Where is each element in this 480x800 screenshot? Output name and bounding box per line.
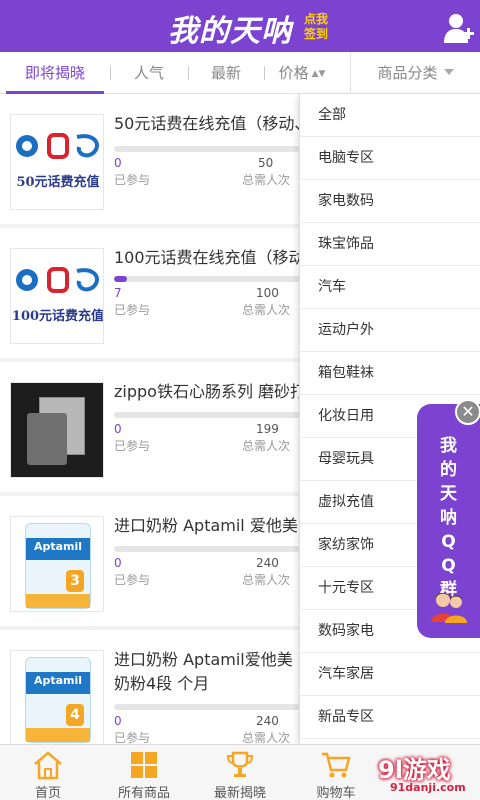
progress-bar (114, 704, 300, 710)
app-logo: 我的天呐 (168, 14, 292, 49)
nav-label-latest-results: 最新揭晓 (213, 786, 266, 800)
app-header: 我的天呐 点我签到 (0, 0, 480, 52)
participated-label: 已参与 (114, 573, 151, 587)
product-thumbnail: 50元话费充值 (10, 114, 104, 210)
nav-item-home[interactable]: 首页 (0, 745, 96, 800)
category-item-cars[interactable]: 汽车 (300, 266, 480, 309)
nav-label-home: 首页 (34, 786, 61, 800)
thumbnail-caption: 100元话费充值 (11, 309, 104, 324)
thumbnail-brand: Aptamil (33, 540, 83, 553)
participated-count: 0 (114, 156, 122, 170)
watermark-text: 9l游戏 (378, 756, 451, 784)
participated-count: 7 (114, 286, 122, 300)
product-thumbnail (10, 382, 104, 478)
category-item-new-arrivals[interactable]: 新品专区 (300, 696, 480, 739)
category-item-all[interactable]: 全部 (300, 94, 480, 137)
participated-label: 已参与 (114, 731, 151, 744)
zippo-lighter-image (11, 383, 103, 477)
telecom-logos-image (16, 267, 99, 293)
telecom-logos-image (16, 133, 99, 159)
product-thumbnail: 100元话费充值 (10, 248, 104, 344)
total-count: 50 (258, 156, 274, 170)
total-count: 100 (256, 286, 279, 300)
qq-group-icon (431, 593, 467, 623)
tab-divider (110, 66, 111, 80)
tab-newest[interactable]: 最新 (190, 52, 262, 94)
total-label: 总需人次 (242, 573, 291, 587)
tab-divider (188, 66, 189, 80)
aptamil-can-image: Aptamil 4 (25, 657, 91, 743)
thumbnail-brand: Aptamil (33, 674, 83, 687)
thumbnail-stage: 3 (66, 570, 84, 592)
total-count: 240 (256, 556, 279, 570)
product-title[interactable]: 进口奶粉 Aptamil 爱他美 3段 (114, 514, 300, 538)
nav-item-latest-results[interactable]: 最新揭晓 (192, 745, 288, 800)
product-title[interactable]: 50元话费在线充值（移动、联通、电信） (114, 112, 300, 136)
total-label: 总需人次 (242, 439, 291, 453)
cart-icon (322, 752, 351, 778)
site-watermark: 9l游戏 91danji.com (360, 748, 480, 800)
participated-count: 0 (114, 714, 122, 728)
filter-tabs: 即将揭晓 人气 最新 价格 ▲▼ 商品分类 (0, 52, 480, 94)
thumbnail-stage: 4 (66, 704, 84, 726)
participated-label: 已参与 (114, 303, 151, 317)
tab-divider (264, 66, 265, 80)
total-count: 240 (256, 714, 279, 728)
aptamil-can-image: Aptamil 3 (25, 523, 91, 609)
tab-popularity[interactable]: 人气 (112, 52, 186, 94)
product-title[interactable]: 100元话费在线充值（移动、联通、电信） (114, 246, 300, 270)
total-count: 199 (256, 422, 279, 436)
category-item-electronics[interactable]: 家电数码 (300, 180, 480, 223)
checkin-button[interactable]: 点我签到 (304, 12, 334, 42)
progress-bar (114, 546, 300, 552)
sort-arrows-icon: ▲▼ (311, 69, 326, 79)
participated-label: 已参与 (114, 173, 151, 187)
grid-icon (131, 752, 157, 778)
category-item-jewelry[interactable]: 珠宝饰品 (300, 223, 480, 266)
progress-bar (114, 146, 300, 152)
product-thumbnail: Aptamil 3 (10, 516, 104, 612)
user-add-icon[interactable] (444, 12, 474, 44)
product-thumbnail: Aptamil 4 (10, 650, 104, 744)
tab-categories[interactable]: 商品分类 (350, 52, 480, 94)
dropdown-arrow-icon (443, 69, 454, 75)
product-title[interactable]: zippo铁石心肠系列 磨砂打火机 (114, 380, 300, 404)
participated-count: 0 (114, 556, 122, 570)
close-icon[interactable]: ✕ (455, 399, 480, 425)
progress-bar (114, 412, 300, 418)
category-item-computers[interactable]: 电脑专区 (300, 137, 480, 180)
total-label: 总需人次 (242, 303, 291, 317)
thumbnail-caption: 50元话费充值 (16, 175, 100, 190)
product-title[interactable]: 进口奶粉 Aptamil爱他美奶粉4段 个月 (114, 648, 300, 696)
qq-group-panel[interactable]: 我的天呐QQ群 (417, 404, 480, 638)
category-item-sports[interactable]: 运动户外 (300, 309, 480, 352)
progress-bar (114, 276, 300, 282)
category-item-car-home[interactable]: 汽车家居 (300, 653, 480, 696)
participated-count: 0 (114, 422, 122, 436)
tab-price[interactable]: 价格 ▲▼ (266, 52, 338, 94)
watermark-url: 91danji.com (390, 781, 466, 794)
total-label: 总需人次 (242, 731, 291, 744)
home-icon (34, 751, 62, 780)
tab-upcoming[interactable]: 即将揭晓 (6, 52, 104, 94)
category-item-bags-shoes[interactable]: 箱包鞋袜 (300, 352, 480, 395)
nav-item-all-products[interactable]: 所有商品 (96, 745, 192, 800)
nav-label-all-products: 所有商品 (117, 786, 170, 800)
participated-label: 已参与 (114, 439, 151, 453)
total-label: 总需人次 (242, 173, 291, 187)
qq-group-label: 我的天呐QQ群 (440, 436, 457, 600)
trophy-icon (226, 751, 254, 777)
